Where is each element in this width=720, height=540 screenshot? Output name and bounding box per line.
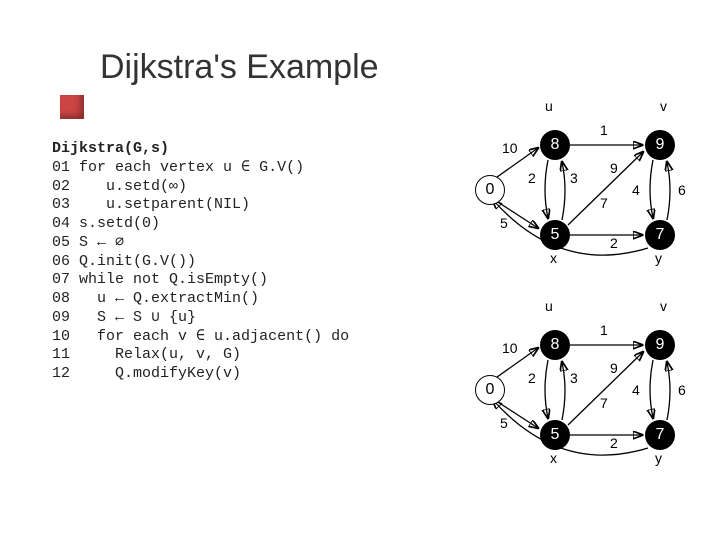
- node-x: 5: [540, 220, 570, 250]
- node-name-v: v: [660, 298, 667, 314]
- node-value: 9: [656, 136, 665, 154]
- edge-weight: 9: [610, 160, 618, 176]
- node-x: 5: [540, 420, 570, 450]
- code-line: 02 u.setd(∞): [52, 178, 187, 195]
- node-name-u: u: [545, 298, 553, 314]
- title-accent: [60, 95, 84, 119]
- node-name-u: u: [545, 98, 553, 114]
- code-line: 04 s.setd(0): [52, 215, 160, 232]
- node-value: 8: [551, 336, 560, 354]
- node-value: 5: [551, 226, 560, 244]
- edge-weight: 5: [500, 415, 508, 431]
- code-line: 08 u ← Q.extractMin(): [52, 290, 259, 307]
- node-u: 8: [540, 130, 570, 160]
- page-title: Dijkstra's Example: [100, 48, 379, 87]
- edge-weight: 5: [500, 215, 508, 231]
- edge-weight: 2: [610, 435, 618, 451]
- node-value: 0: [486, 181, 495, 199]
- edge-weight: 7: [600, 395, 608, 411]
- code-line: 12 Q.modifyKey(v): [52, 365, 241, 382]
- edge-weight: 10: [502, 340, 518, 356]
- node-name-x: x: [550, 250, 557, 266]
- node-y: 7: [645, 220, 675, 250]
- code-line: 10 for each v ∈ u.adjacent() do: [52, 328, 349, 345]
- edge-weight: 6: [678, 382, 686, 398]
- code-line: 11 Relax(u, v, G): [52, 346, 241, 363]
- node-s: 0: [475, 175, 505, 205]
- edge-weight: 2: [528, 370, 536, 386]
- node-name-y: y: [655, 450, 662, 466]
- edge-weight: 1: [600, 322, 608, 338]
- edge-weight: 2: [528, 170, 536, 186]
- node-value: 5: [551, 426, 560, 444]
- node-value: 7: [656, 226, 665, 244]
- edge-weight: 2: [610, 235, 618, 251]
- edge-weight: 4: [632, 182, 640, 198]
- node-name-v: v: [660, 98, 667, 114]
- edge-weight: 1: [600, 122, 608, 138]
- edge-weight: 6: [678, 182, 686, 198]
- node-v: 9: [645, 130, 675, 160]
- edge-weight: 10: [502, 140, 518, 156]
- edge-weight: 4: [632, 382, 640, 398]
- edge-weight: 7: [600, 195, 608, 211]
- code-line: 01 for each vertex u ∈ G.V(): [52, 159, 304, 176]
- code-header: Dijkstra(G,s): [52, 140, 169, 157]
- node-name-x: x: [550, 450, 557, 466]
- code-line: 05 S ← ∅: [52, 234, 124, 251]
- node-s: 0: [475, 375, 505, 405]
- code-line: 03 u.setparent(NIL): [52, 196, 250, 213]
- edge-weight: 3: [570, 370, 578, 386]
- edge-weight: 3: [570, 170, 578, 186]
- code-line: 06 Q.init(G.V()): [52, 253, 196, 270]
- node-value: 7: [656, 426, 665, 444]
- edge-weight: 9: [610, 360, 618, 376]
- node-name-y: y: [655, 250, 662, 266]
- node-u: 8: [540, 330, 570, 360]
- pseudocode-block: Dijkstra(G,s) 01 for each vertex u ∈ G.V…: [52, 140, 349, 384]
- node-y: 7: [645, 420, 675, 450]
- graph-top: 8 9 0 5 7 u v x y 10 5 2 3 1 9 2 4 6 7: [460, 100, 700, 270]
- graph-bottom: 8 9 0 5 7 u v x y 10 5 2 3 1 9 2 4 6 7: [460, 300, 700, 470]
- node-v: 9: [645, 330, 675, 360]
- node-value: 9: [656, 336, 665, 354]
- code-line: 09 S ← S ∪ {u}: [52, 309, 196, 326]
- code-line: 07 while not Q.isEmpty(): [52, 271, 268, 288]
- node-value: 8: [551, 136, 560, 154]
- node-value: 0: [486, 381, 495, 399]
